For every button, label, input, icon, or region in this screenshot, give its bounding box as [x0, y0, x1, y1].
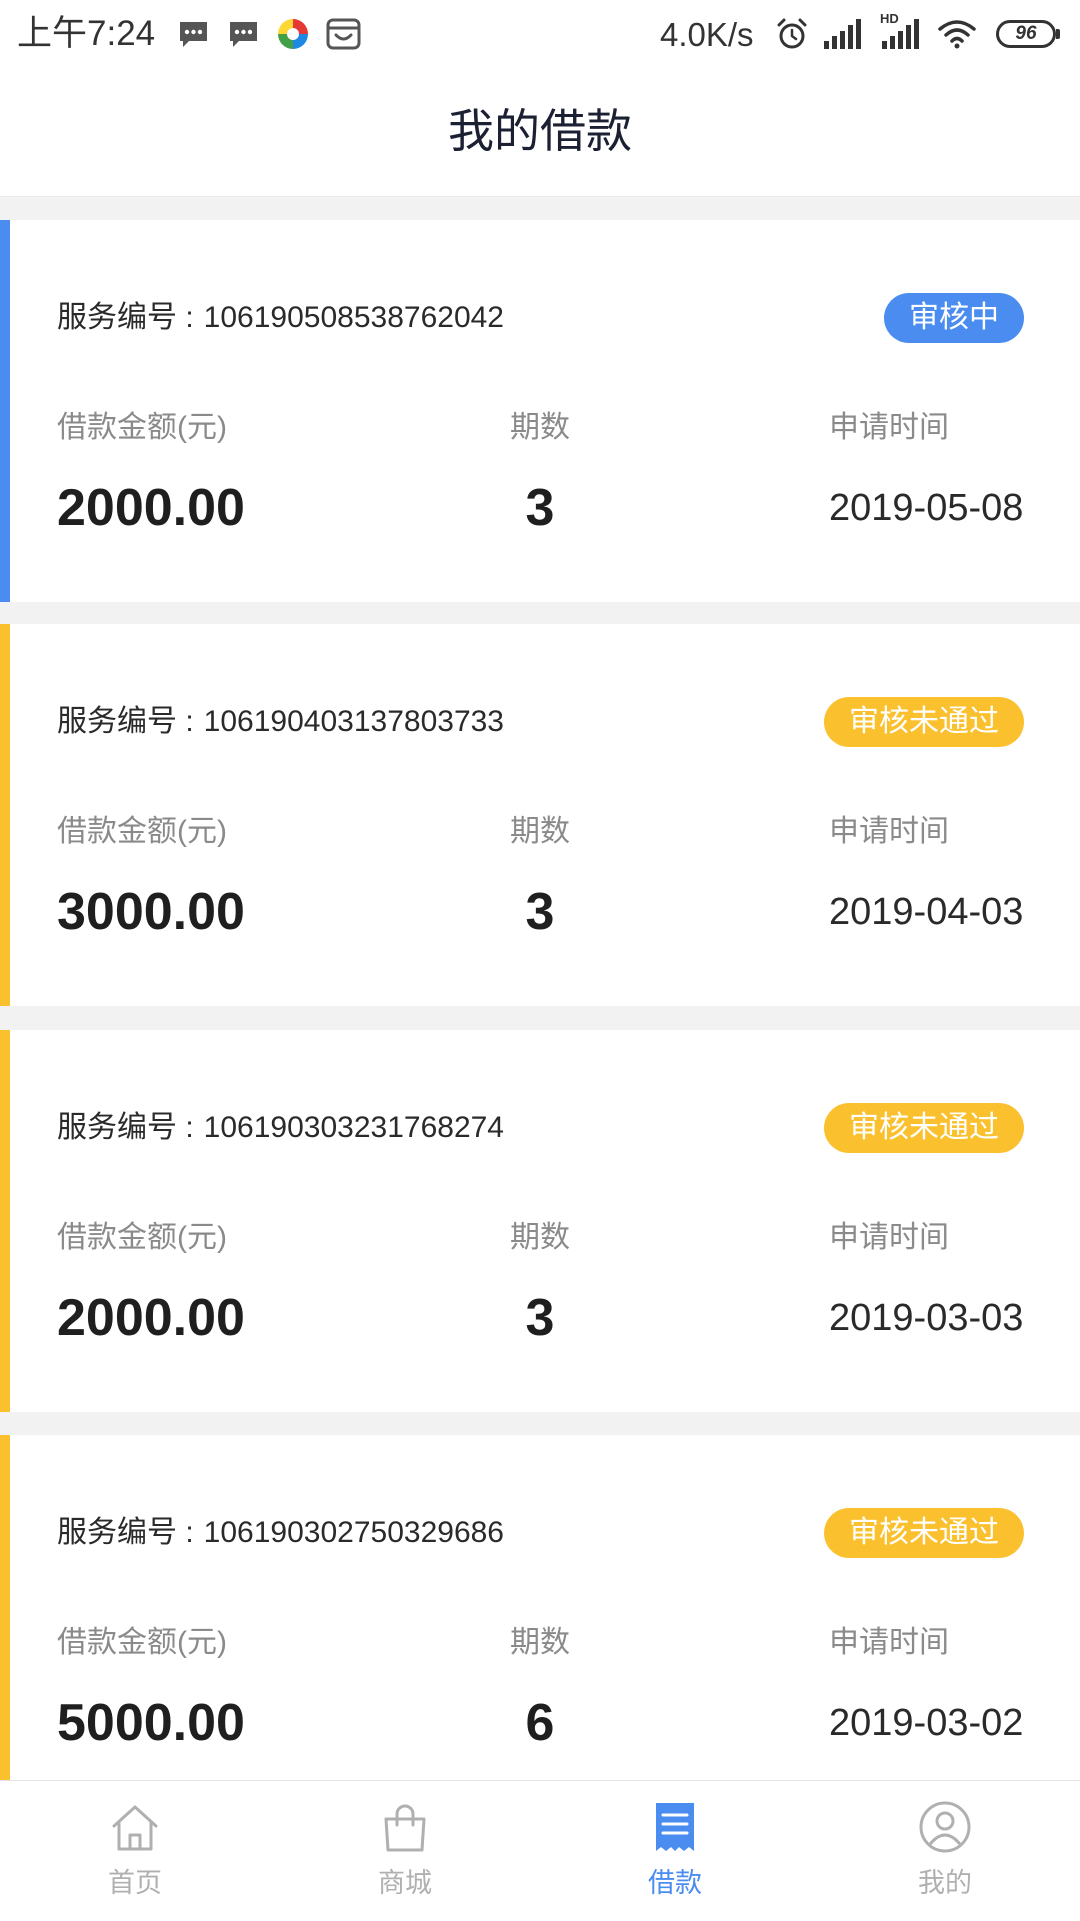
app-icon [278, 19, 308, 49]
store-icon [326, 18, 361, 50]
amount-value: 2000.00 [57, 479, 245, 537]
status-accent-bar [0, 624, 10, 1006]
amount-value: 3000.00 [57, 883, 245, 941]
periods-value: 3 [525, 1289, 555, 1347]
amount-label: 借款金额(元) [57, 815, 227, 848]
apply-time-label: 申请时间 [829, 1626, 949, 1659]
service-number: 服务编号 : 106190403137803733 [57, 704, 504, 740]
status-time: 上午7:24 [17, 14, 156, 53]
service-number: 服务编号 : 106190303231768274 [57, 1110, 504, 1146]
apply-time-label: 申请时间 [829, 815, 949, 848]
status-accent-bar [0, 220, 10, 602]
nav-item-mall[interactable]: 商城 [270, 1781, 540, 1921]
status-bar: 上午7:24 4.0K/s HD 96 [0, 0, 1080, 67]
shopping-bag-icon [384, 1804, 426, 1852]
status-accent-bar [0, 1435, 10, 1817]
battery-icon: 96 [996, 20, 1056, 48]
battery-level: 96 [1015, 23, 1037, 44]
periods-label: 期数 [510, 411, 570, 444]
amount-value: 5000.00 [57, 1694, 245, 1752]
status-badge: 审核未通过 [824, 1508, 1024, 1558]
service-number-label: 服务编号 : [57, 1516, 194, 1549]
alarm-icon [777, 18, 807, 49]
apply-time-label: 申请时间 [829, 1221, 949, 1254]
periods-label: 期数 [510, 1221, 570, 1254]
amount-value: 2000.00 [57, 1289, 245, 1347]
apply-time-label: 申请时间 [829, 411, 949, 444]
hd-signal-icon [882, 19, 919, 49]
service-number: 服务编号 : 106190302750329686 [57, 1515, 504, 1551]
loan-card[interactable]: 服务编号 :106190508538762042 审核中 借款金额(元) 期数 … [0, 220, 1080, 602]
service-number-value: 106190508538762042 [203, 301, 504, 334]
periods-value: 3 [525, 883, 555, 941]
user-icon [919, 1801, 971, 1853]
loan-document-icon [656, 1803, 694, 1851]
status-badge: 审核中 [884, 293, 1024, 343]
service-number-label: 服务编号 : [57, 1111, 194, 1144]
wifi-icon [938, 20, 976, 49]
periods-label: 期数 [510, 1626, 570, 1659]
apply-date-value: 2019-04-03 [829, 891, 1024, 933]
apply-date-value: 2019-03-03 [829, 1297, 1024, 1339]
loan-card[interactable]: 服务编号 : 106190403137803733 审核未通过 借款金额(元) 期… [0, 624, 1080, 1006]
battery-cap [1056, 29, 1060, 39]
apply-date-value: 2019-03-02 [829, 1702, 1024, 1744]
service-number-label: 服务编号 : [57, 705, 194, 738]
nav-item-home[interactable]: 首页 [0, 1781, 270, 1921]
bottom-nav: 首页 商城 借款 我的 [0, 1780, 1080, 1921]
top-bar: 上午7:24 4.0K/s HD 96 我的借款 [0, 0, 1080, 197]
nav-item-loan[interactable]: 借款 [540, 1781, 810, 1921]
status-badge: 审核未通过 [824, 1103, 1024, 1153]
message-icon [230, 22, 257, 47]
nav-label-loan: 借款 [648, 1868, 702, 1898]
amount-label: 借款金额(元) [57, 1221, 227, 1254]
loan-card[interactable]: 服务编号 : 106190302750329686 审核未通过 借款金额(元) 期… [0, 1435, 1080, 1817]
signal-icon [824, 19, 861, 49]
page-title: 我的借款 [448, 105, 632, 157]
message-icon [180, 22, 207, 47]
periods-value: 3 [525, 479, 555, 537]
nav-label-mall: 商城 [378, 1868, 432, 1898]
periods-label: 期数 [510, 815, 570, 848]
home-icon [112, 1805, 158, 1851]
nav-label-home: 首页 [108, 1868, 162, 1898]
status-accent-bar [0, 1030, 10, 1412]
service-number-label: 服务编号 : [57, 301, 194, 334]
loan-card[interactable]: 服务编号 : 106190303231768274 审核未通过 借款金额(元) 期… [0, 1030, 1080, 1412]
nav-item-mine[interactable]: 我的 [810, 1781, 1080, 1921]
amount-label: 借款金额(元) [57, 1626, 227, 1659]
status-badge: 审核未通过 [824, 697, 1024, 747]
nav-label-mine: 我的 [918, 1868, 972, 1898]
periods-value: 6 [525, 1694, 555, 1752]
service-number-value: 106190302750329686 [203, 1516, 504, 1549]
network-speed: 4.0K/s [660, 16, 754, 53]
service-number-value: 106190403137803733 [203, 705, 504, 738]
apply-date-value: 2019-05-08 [829, 487, 1024, 529]
amount-label: 借款金额(元) [57, 411, 227, 444]
service-number-value: 106190303231768274 [203, 1111, 504, 1144]
service-number: 服务编号 : 106190508538762042 [57, 300, 504, 336]
